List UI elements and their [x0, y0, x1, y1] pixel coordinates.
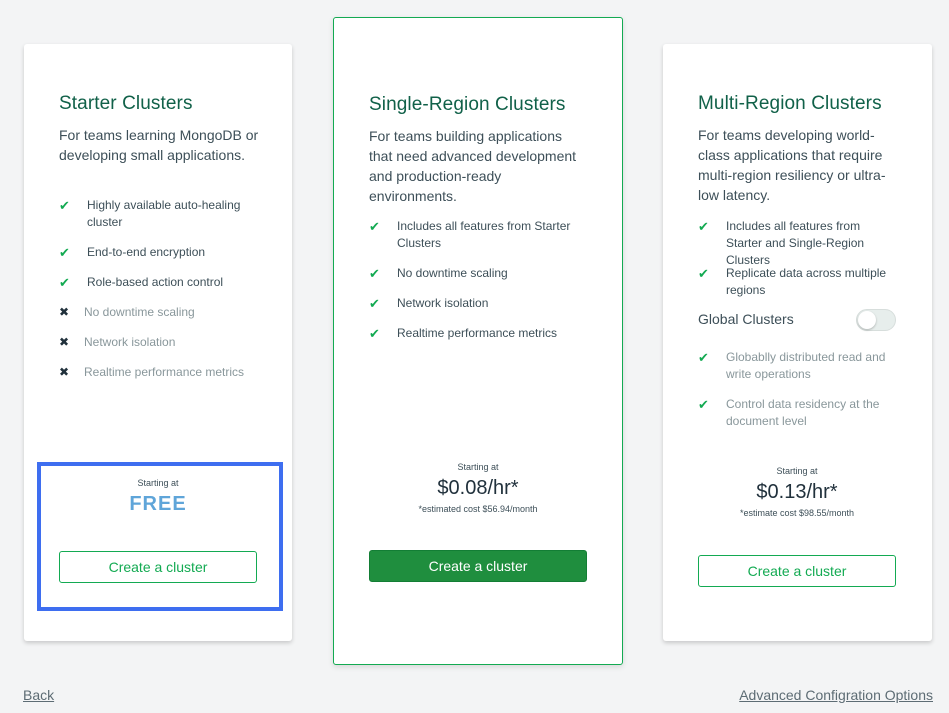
single-card-title: Single-Region Clusters	[369, 94, 566, 115]
starter-feature-item: ✔ Highly available auto-healing cluster	[59, 198, 241, 229]
check-icon: ✔	[59, 245, 70, 260]
global-clusters-toggle[interactable]	[856, 309, 896, 331]
single-create-cluster-button[interactable]: Create a cluster	[369, 550, 587, 582]
single-price: $0.08/hr*	[437, 477, 519, 499]
single-region-clusters-card: Single-Region Clusters For teams buildin…	[333, 17, 623, 665]
multi-card-title: Multi-Region Clusters	[698, 93, 882, 114]
single-card-description: For teams building applications that nee…	[369, 128, 577, 204]
single-feature-item: ✔ Realtime performance metrics	[369, 326, 558, 341]
single-estimate: *estimated cost $56.94/month	[418, 504, 538, 514]
starter-feature-item: ✔ Role-based action control	[59, 275, 224, 290]
starting-at-label: Starting at	[457, 462, 499, 472]
multi-pricing: Starting at $0.13/hr* *estimate cost $98…	[698, 465, 896, 519]
check-icon: ✔	[59, 275, 70, 290]
multi-card-description: For teams developing world-class applica…	[698, 127, 886, 203]
starter-feature-item: ✖ Realtime performance metrics	[59, 365, 245, 379]
single-feature-item: ✔ Includes all features from Starter Clu…	[369, 219, 571, 250]
starter-feature-item: ✖ No downtime scaling	[59, 305, 195, 319]
multi-create-cluster-button[interactable]: Create a cluster	[698, 555, 896, 587]
multi-estimate: *estimate cost $98.55/month	[739, 508, 855, 518]
multi-region-clusters-card: Multi-Region Clusters For teams developi…	[663, 44, 932, 641]
single-feature-item: ✔ No downtime scaling	[369, 266, 508, 281]
x-icon: ✖	[59, 305, 70, 319]
starter-card-description: For teams learning MongoDB or developing…	[59, 127, 259, 163]
multi-price: $0.13/hr*	[756, 481, 838, 503]
x-icon: ✖	[59, 365, 70, 379]
check-icon: ✔	[698, 219, 709, 234]
multi-global-feature-item: ✔ Globablly distributed read and write o…	[698, 350, 886, 381]
single-pricing: Starting at $0.08/hr* *estimated cost $5…	[369, 461, 587, 515]
single-feature-item: ✔ Network isolation	[369, 296, 489, 311]
check-icon: ✔	[369, 296, 380, 311]
x-icon: ✖	[59, 335, 70, 349]
multi-feature-item: ✔ Replicate data across multiple regions	[698, 266, 887, 297]
back-link[interactable]: Back	[23, 687, 54, 703]
check-icon: ✔	[698, 350, 709, 365]
global-clusters-label: Global Clusters	[698, 311, 794, 327]
starter-feature-item: ✖ Network isolation	[59, 335, 176, 349]
check-icon: ✔	[369, 219, 380, 234]
multi-global-feature-item: ✔ Control data residency at the document…	[698, 397, 880, 428]
multi-feature-item: ✔ Includes all features from Starter and…	[698, 219, 865, 267]
check-icon: ✔	[698, 397, 709, 412]
toggle-knob	[858, 311, 876, 329]
check-icon: ✔	[369, 266, 380, 281]
check-icon: ✔	[59, 198, 70, 213]
starting-at-label: Starting at	[776, 466, 818, 476]
starter-selection-highlight	[37, 462, 283, 611]
starter-feature-item: ✔ End-to-end encryption	[59, 245, 206, 260]
check-icon: ✔	[369, 326, 380, 341]
advanced-configuration-link[interactable]: Advanced Configration Options	[739, 687, 933, 703]
starter-card-title: Starter Clusters	[59, 93, 193, 114]
check-icon: ✔	[698, 266, 709, 281]
